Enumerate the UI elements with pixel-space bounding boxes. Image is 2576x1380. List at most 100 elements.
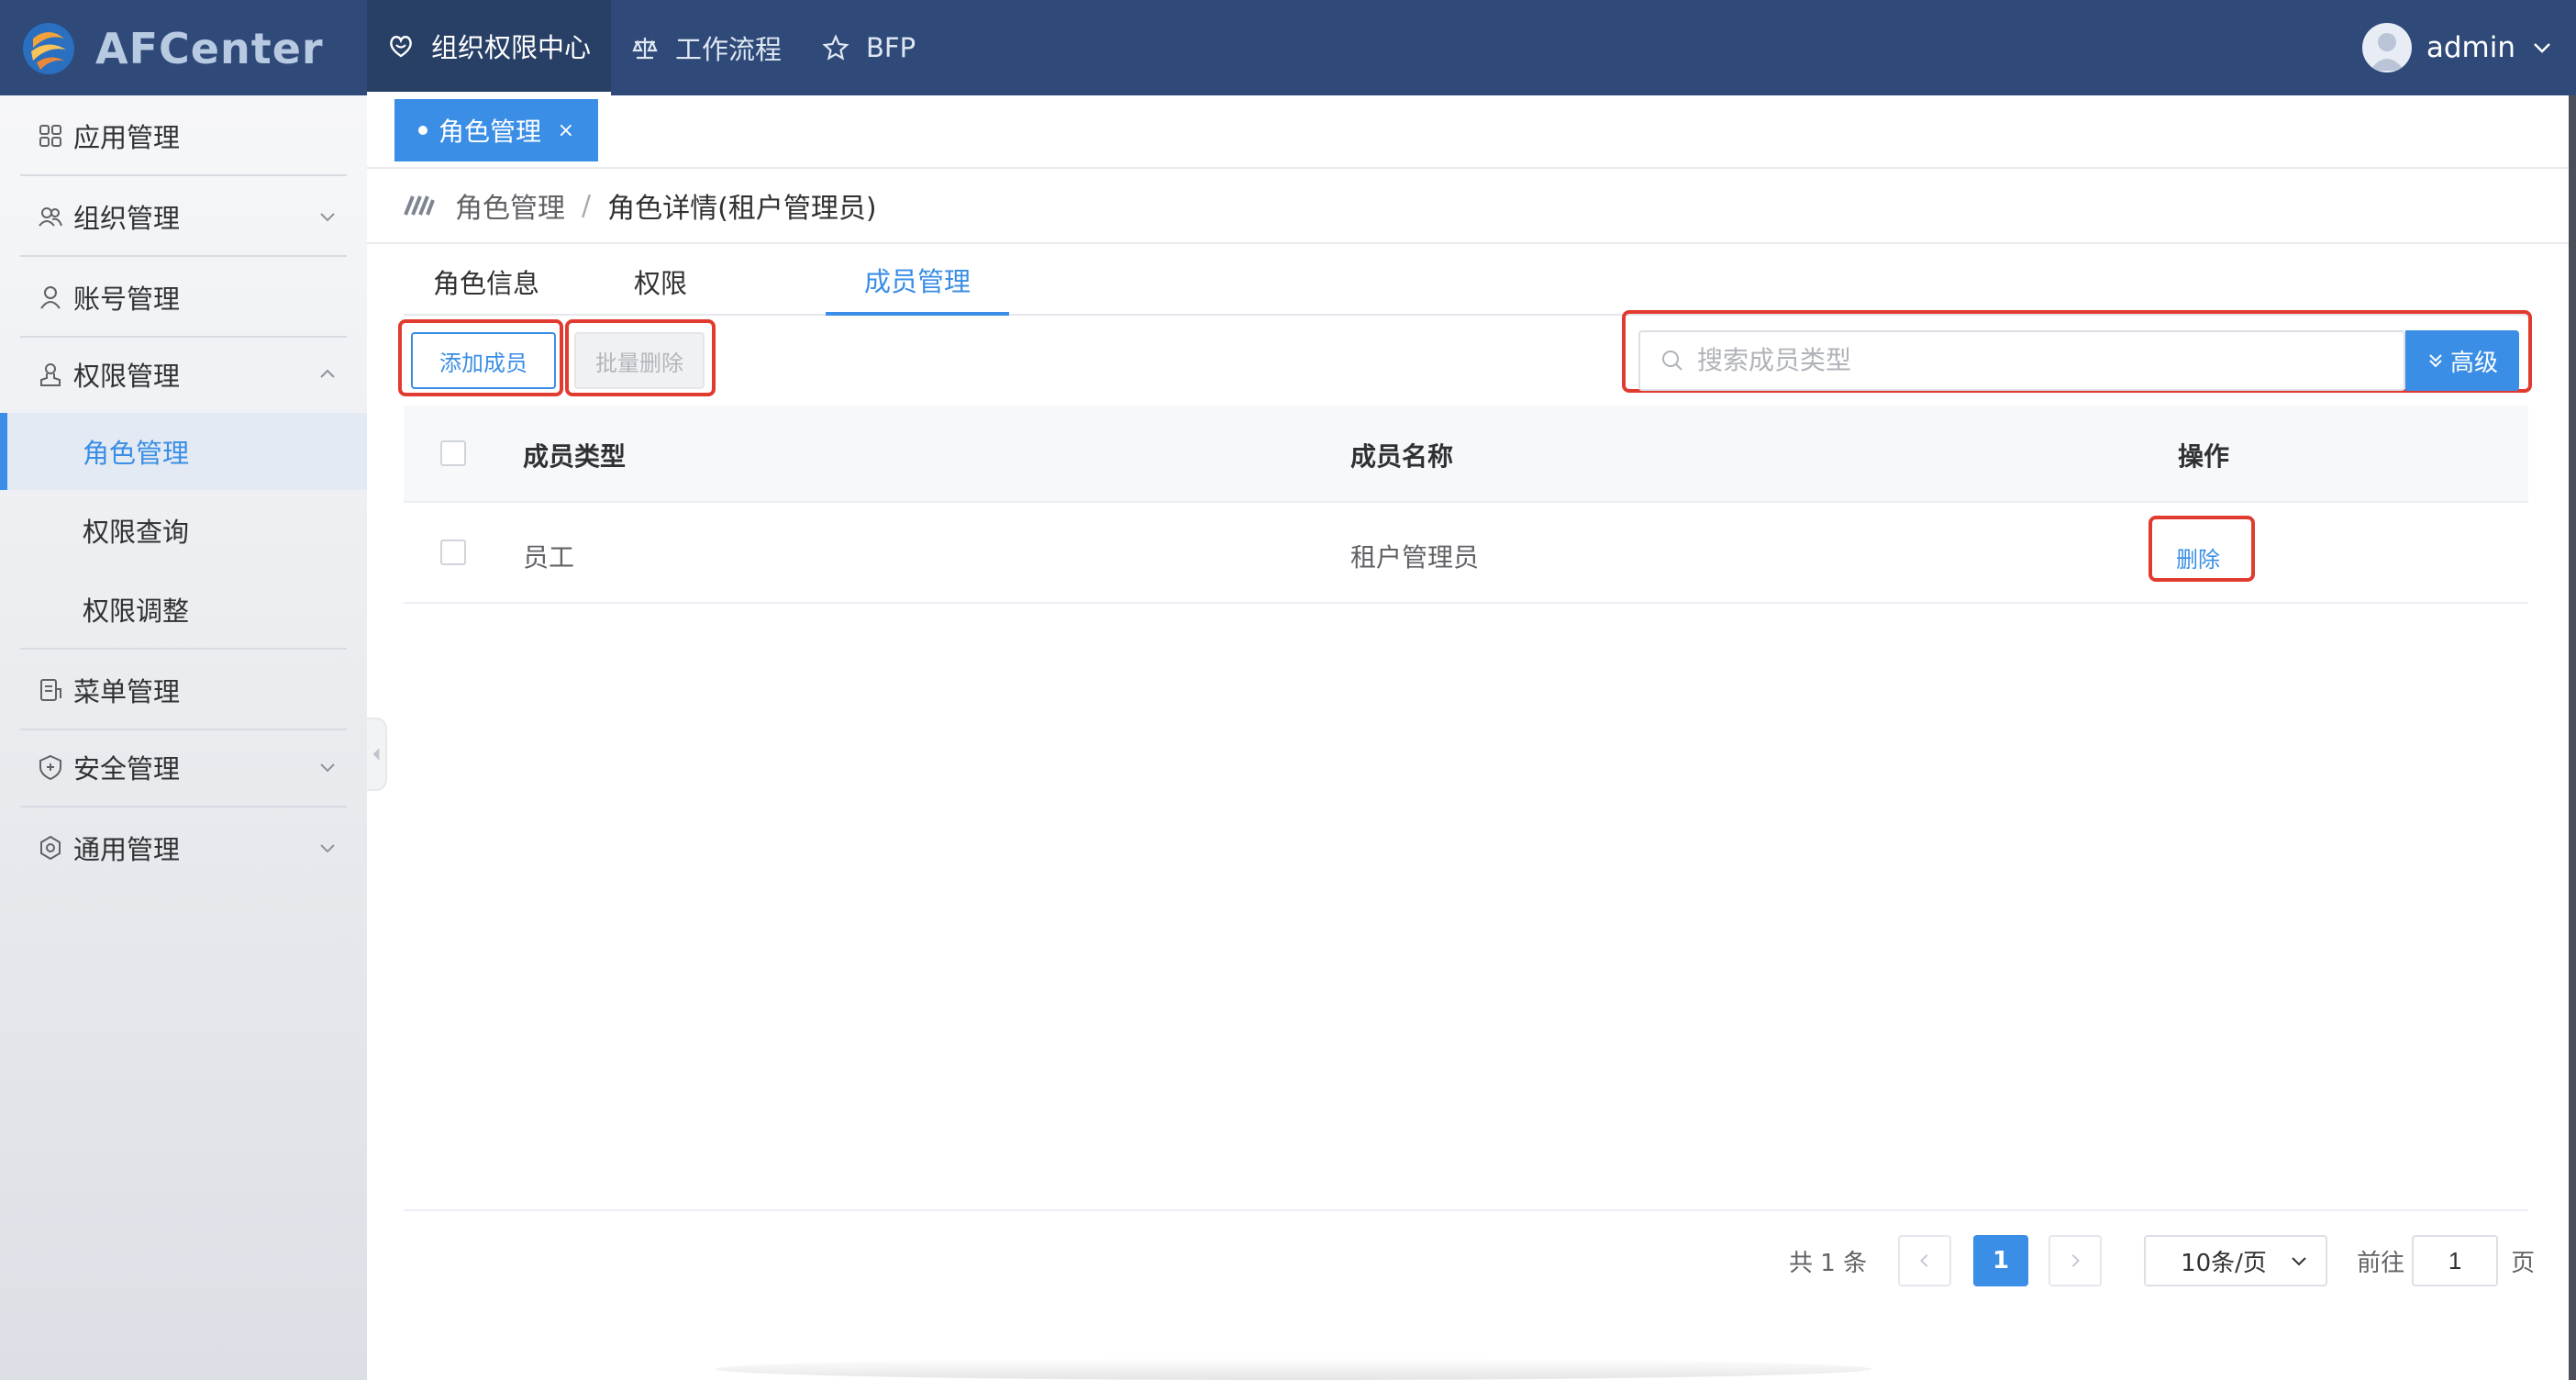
total-count: 共 1 条 [1789,1249,1868,1277]
sidebar-item-org-management[interactable]: 组织管理 [20,178,347,255]
search-box [1638,330,2405,391]
nav-label: 组织权限中心 [431,32,592,63]
divider [367,242,2570,244]
pagination: 共 1 条 1 10条/页 前往 页 [1789,1235,2535,1286]
permission-icon [40,363,61,386]
logo-icon [23,23,74,74]
advanced-search-button[interactable]: 高级 [2405,330,2519,391]
avatar [2361,23,2412,72]
cell-member-type: 员工 [523,542,575,573]
table-row: 员工 租户管理员 删除 [404,503,2528,604]
goto-prefix: 前往 [2357,1249,2405,1277]
chevron-down-icon [320,844,335,853]
sidebar-item-label: 菜单管理 [73,676,181,707]
content-tabs: 角色信息 权限 成员管理 [404,248,2528,316]
sidebar-subitem-label: 权限调整 [83,595,190,627]
search-input[interactable] [1697,346,2376,375]
chevron-up-icon [320,369,335,378]
goto-suffix: 页 [2511,1249,2536,1277]
sidebar-subitem-permission-query[interactable]: 权限查询 [0,492,367,569]
user-icon [40,286,61,309]
delete-link[interactable]: 删除 [2176,541,2220,573]
nav-item-bfp[interactable]: BFP [802,0,936,95]
goto-page-input[interactable] [2412,1235,2499,1286]
heart-shield-icon [390,36,412,58]
chevron-right-icon [2071,1254,2080,1267]
page-number-button[interactable]: 1 [1973,1235,2029,1286]
sidebar-item-security-management[interactable]: 安全管理 [20,729,347,806]
tab-member-management[interactable]: 成员管理 [826,248,1009,316]
search-icon [1662,351,1682,371]
divider [20,806,347,807]
sidebar-item-permission-management[interactable]: 权限管理 [20,336,347,413]
sidebar-item-menu-management[interactable]: 菜单管理 [20,651,347,729]
sidebar-item-label: 账号管理 [73,284,181,315]
close-icon[interactable]: × [558,119,574,142]
sidebar: 应用管理 组织管理 账号管理 权限管理 角色管理 权限查询 权限调整 菜单管理 … [0,95,367,1380]
sidebar-item-app-management[interactable]: 应用管理 [20,97,347,174]
double-chevron-down-icon [2429,354,2442,368]
page-size-value: 10条/页 [2181,1249,2267,1277]
chevron-down-icon [2292,1257,2306,1266]
divider [20,255,347,257]
sidebar-subitem-label: 权限查询 [83,517,190,548]
breadcrumb-parent[interactable]: 角色管理 [455,185,565,226]
nav-item-workflow[interactable]: 工作流程 [611,0,802,95]
brand[interactable]: AFCenter [20,17,369,81]
page-tab-label: 角色管理 [439,117,542,147]
tab-label: 角色信息 [432,268,539,299]
column-header-actions: 操作 [2178,441,2230,472]
user-name: admin [2426,31,2515,64]
menu-doc-icon [40,679,61,701]
chevron-down-icon [2534,43,2550,53]
user-menu[interactable]: admin [2361,0,2552,95]
apps-icon [39,125,61,147]
brand-name: AFCenter [95,24,324,73]
sidebar-item-label: 应用管理 [73,122,181,153]
cell-member-name: 租户管理员 [1350,542,1480,573]
tab-label: 权限 [633,268,687,299]
chevron-down-icon [320,763,335,773]
tab-label: 成员管理 [863,266,971,297]
sidebar-item-label: 组织管理 [73,203,181,234]
window-edge [2569,95,2576,1380]
active-dot [418,126,427,135]
tab-permissions[interactable]: 权限 [569,248,752,316]
divider [404,1209,2528,1211]
column-header-member-name: 成员名称 [1350,441,1454,472]
page-tab-role-management[interactable]: 角色管理 × [394,99,598,161]
select-all-checkbox[interactable] [440,440,466,466]
settings-icon [40,835,61,861]
next-page-button[interactable] [2049,1235,2103,1286]
row-checkbox[interactable] [440,540,466,565]
caret-left-icon [372,748,380,761]
nav-item-org-permission-center[interactable]: 组织权限中心 [367,0,612,95]
breadcrumb-current: 角色详情(租户管理员) [607,193,877,225]
table-header: 成员类型 成员名称 操作 [404,406,2528,503]
divider [20,174,347,176]
prev-page-button[interactable] [1898,1235,1952,1286]
add-member-button[interactable]: 添加成员 [411,332,556,389]
sidebar-subitem-permission-adjust[interactable]: 权限调整 [0,571,367,648]
member-table: 成员类型 成员名称 操作 员工 租户管理员 删除 [404,406,2528,604]
sidebar-subitem-label: 角色管理 [83,438,190,469]
sidebar-collapse-handle[interactable] [367,718,387,791]
sidebar-item-label: 通用管理 [73,834,181,865]
scale-icon [632,38,658,60]
nav-label: BFP [866,32,916,63]
sidebar-item-general-management[interactable]: 通用管理 [20,809,347,886]
sidebar-item-account-management[interactable]: 账号管理 [20,259,347,336]
tab-role-info[interactable]: 角色信息 [404,248,569,316]
breadcrumb-icon [404,195,435,216]
top-nav: 组织权限中心 工作流程 BFP [367,0,936,95]
page-size-select[interactable]: 10条/页 [2144,1235,2328,1286]
users-icon [39,207,62,227]
sidebar-subitem-role-management[interactable]: 角色管理 [0,413,367,490]
page-tab-bar: 角色管理 × [367,95,2570,169]
chevron-down-icon [320,213,335,222]
nav-label: 工作流程 [675,34,783,65]
batch-delete-button[interactable]: 批量删除 [574,332,705,389]
breadcrumb: 角色管理 / 角色详情(租户管理员) [404,180,877,231]
top-header: AFCenter 组织权限中心 工作流程 BFP admin [0,0,2576,95]
sidebar-item-label: 权限管理 [73,361,181,392]
